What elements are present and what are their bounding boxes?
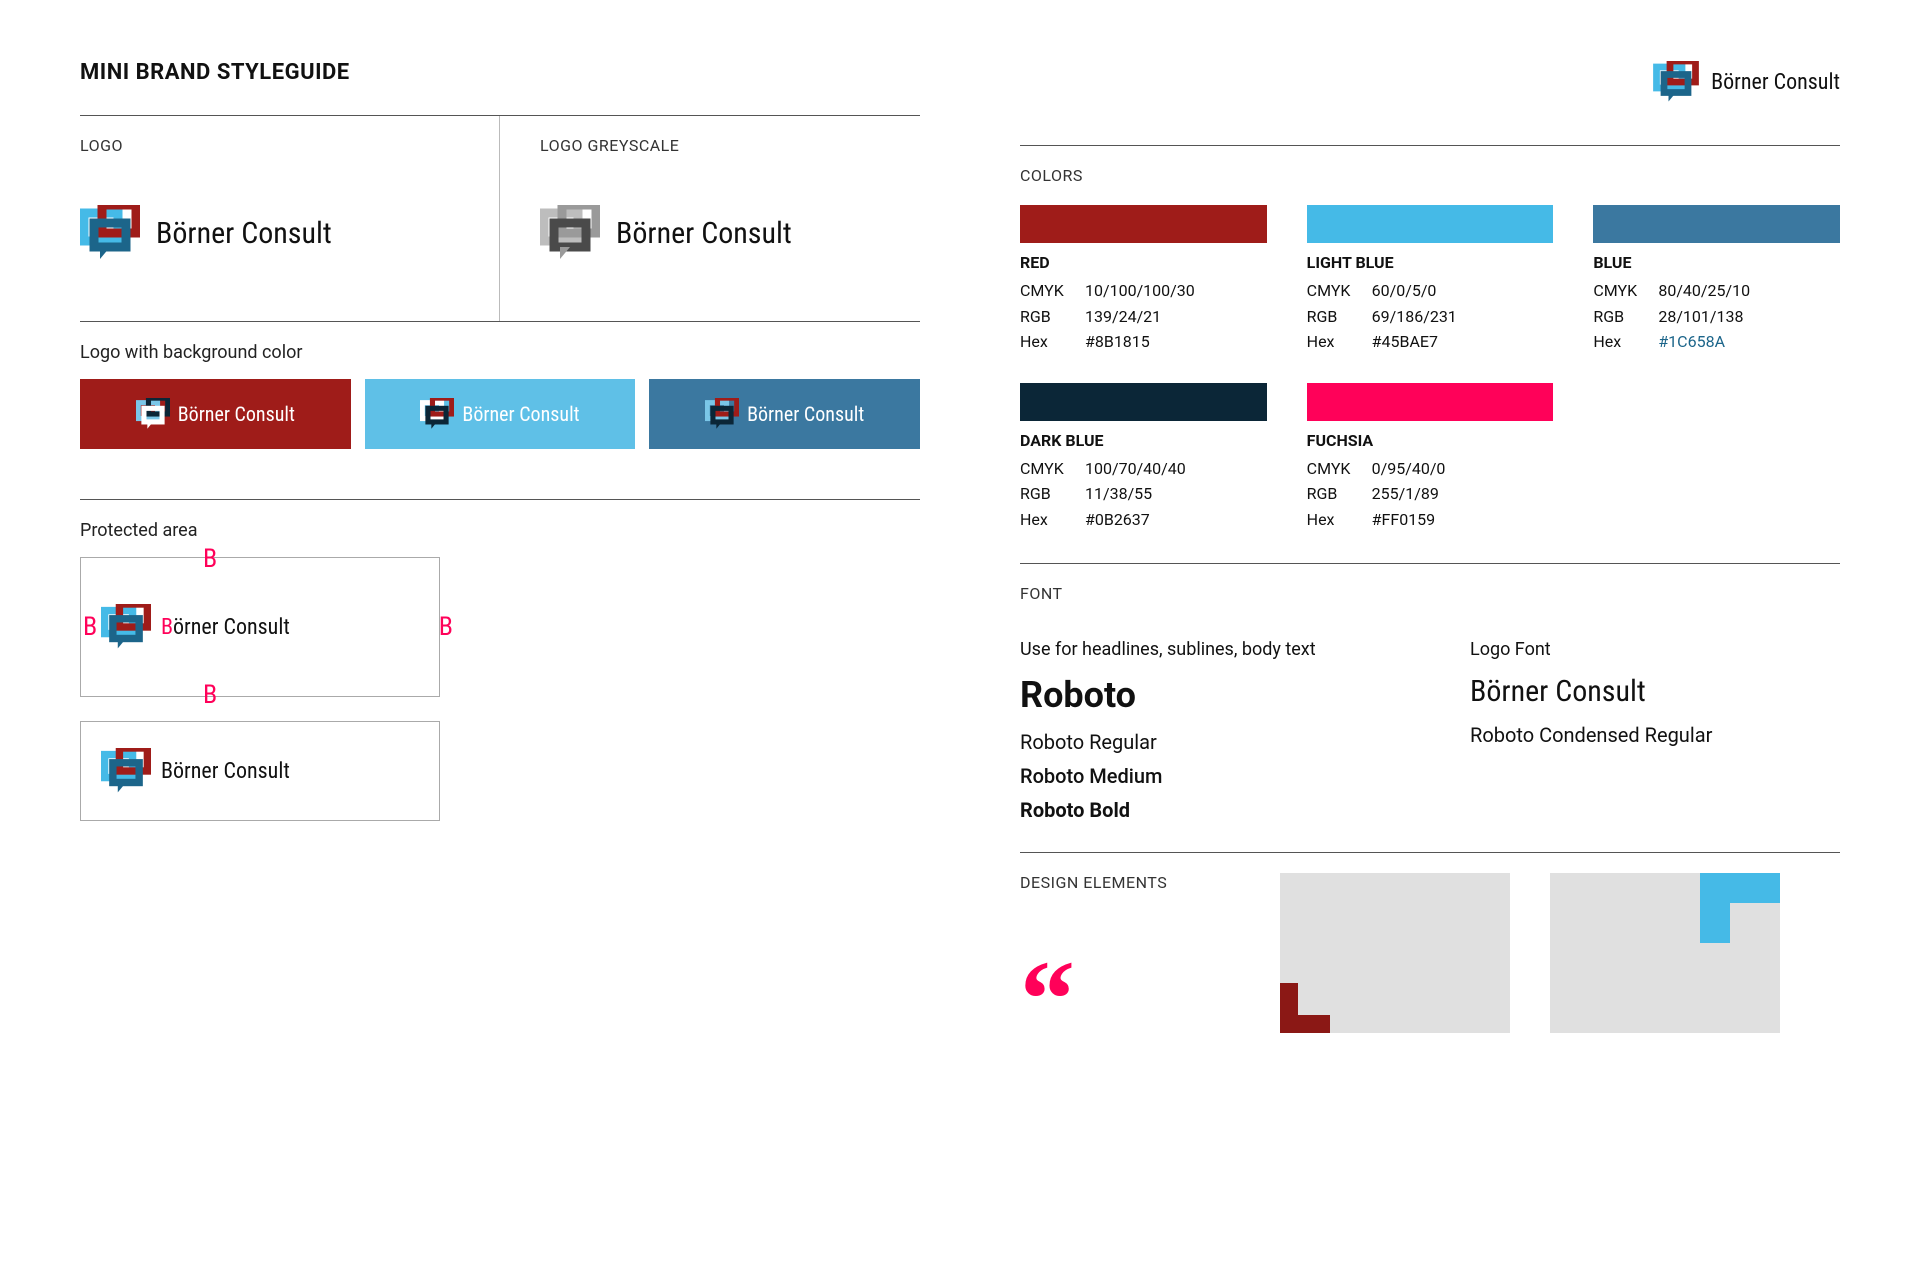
logo-mark-grey-icon (540, 205, 600, 261)
logo-mark-small-icon (420, 398, 454, 430)
logo-text-on-red: Börner Consult (178, 402, 295, 426)
section-protected-label: Protected area (80, 520, 920, 541)
color-spec: BLUE CMYK80/40/25/10 RGB28/101/138 Hex#1… (1593, 205, 1840, 355)
font-hint-main: Use for headlines, sublines, body text (1020, 639, 1390, 660)
divider (80, 499, 920, 500)
color-name: BLUE (1593, 253, 1840, 272)
color-spec: DARK BLUE CMYK100/70/40/40 RGB11/38/55 H… (1020, 383, 1267, 533)
page-title: MINI BRAND STYLEGUIDE (80, 60, 1840, 85)
protected-area-with-markers: B B B B Börner Consult (80, 557, 440, 697)
logo-on-red: Börner Consult (80, 379, 351, 449)
font-variant-bold: Roboto Bold (1020, 798, 1390, 822)
header-logo-text: Börner Consult (1711, 70, 1840, 95)
color-swatch (1020, 205, 1267, 243)
color-swatch (1593, 205, 1840, 243)
logo-color: Börner Consult (80, 205, 499, 261)
right-column: Börner Consult COLORS RED CMYK10/100/100… (1020, 115, 1840, 1033)
color-name: DARK BLUE (1020, 431, 1267, 450)
color-spec: LIGHT BLUE CMYK60/0/5/0 RGB69/186/231 He… (1307, 205, 1554, 355)
color-spec: FUCHSIA CMYK0/95/40/0 RGB255/1/89 Hex#FF… (1307, 383, 1554, 533)
blue-corner-icon (1700, 873, 1780, 903)
logo-on-blue: Börner Consult (649, 379, 920, 449)
font-variant-regular: Roboto Regular (1020, 730, 1390, 754)
color-spec: RED CMYK10/100/100/30 RGB139/24/21 Hex#8… (1020, 205, 1267, 355)
divider (1020, 145, 1840, 146)
logo-text-on-blue: Börner Consult (747, 402, 864, 426)
logo-bg-row: Börner Consult Börner Consult Bö (80, 379, 920, 449)
logo-text-on-lightblue: Börner Consult (462, 402, 579, 426)
color-swatch (1307, 383, 1554, 421)
color-grid: RED CMYK10/100/100/30 RGB139/24/21 Hex#8… (1020, 205, 1840, 533)
font-variant-medium: Roboto Medium (1020, 764, 1390, 788)
protected-logo-text: Börner Consult (161, 615, 290, 640)
protected-area-plain: Börner Consult (80, 721, 440, 821)
logo-mark-small-icon (705, 398, 739, 430)
marker-b-right: B (439, 612, 453, 642)
protected-logo-text-plain: Börner Consult (161, 759, 290, 784)
section-design-label: DESIGN ELEMENTS (1020, 873, 1240, 892)
red-corner-icon (1280, 1015, 1330, 1033)
font-name-main: Roboto (1020, 674, 1390, 716)
design-block-red-corner (1280, 873, 1510, 1033)
design-block-blue-corner (1550, 873, 1780, 1033)
logo-on-lightblue: Börner Consult (365, 379, 636, 449)
logo-mark-icon (80, 205, 140, 261)
logo-text-grey: Börner Consult (616, 216, 792, 251)
color-swatch (1020, 383, 1267, 421)
logo-mark-icon (101, 748, 151, 794)
font-variant-logo: Roboto Condensed Regular (1470, 723, 1840, 747)
font-hint-logo: Logo Font (1470, 639, 1840, 660)
marker-b-top: B (203, 544, 217, 574)
section-font-label: FONT (1020, 584, 1840, 603)
quote-mark-icon: “ (1020, 912, 1130, 1027)
left-column: LOGO Börner Consult LOGO GREYSCALE (80, 115, 920, 1033)
color-name: LIGHT BLUE (1307, 253, 1554, 272)
marker-b-left: B (83, 612, 97, 642)
color-name: FUCHSIA (1307, 431, 1554, 450)
color-swatch (1307, 205, 1554, 243)
divider (80, 321, 920, 322)
section-logo-grey-label: LOGO GREYSCALE (540, 136, 920, 155)
color-name: RED (1020, 253, 1267, 272)
section-logo-label: LOGO (80, 136, 499, 155)
logo-text: Börner Consult (156, 216, 332, 251)
logo-mark-small-icon (136, 398, 170, 430)
logo-mark-icon (101, 604, 151, 650)
hex-link[interactable]: #1C658A (1658, 329, 1725, 355)
logo-greyscale: Börner Consult (540, 205, 920, 261)
header-logo: Börner Consult (1653, 61, 1840, 103)
logo-mark-icon (1653, 61, 1699, 103)
divider (1020, 563, 1840, 564)
section-colors-label: COLORS (1020, 166, 1840, 185)
divider (1020, 852, 1840, 853)
font-sample-logo: Börner Consult (1470, 674, 1840, 709)
marker-b-bottom: B (203, 680, 217, 710)
section-logo-bg-label: Logo with background color (80, 342, 920, 363)
